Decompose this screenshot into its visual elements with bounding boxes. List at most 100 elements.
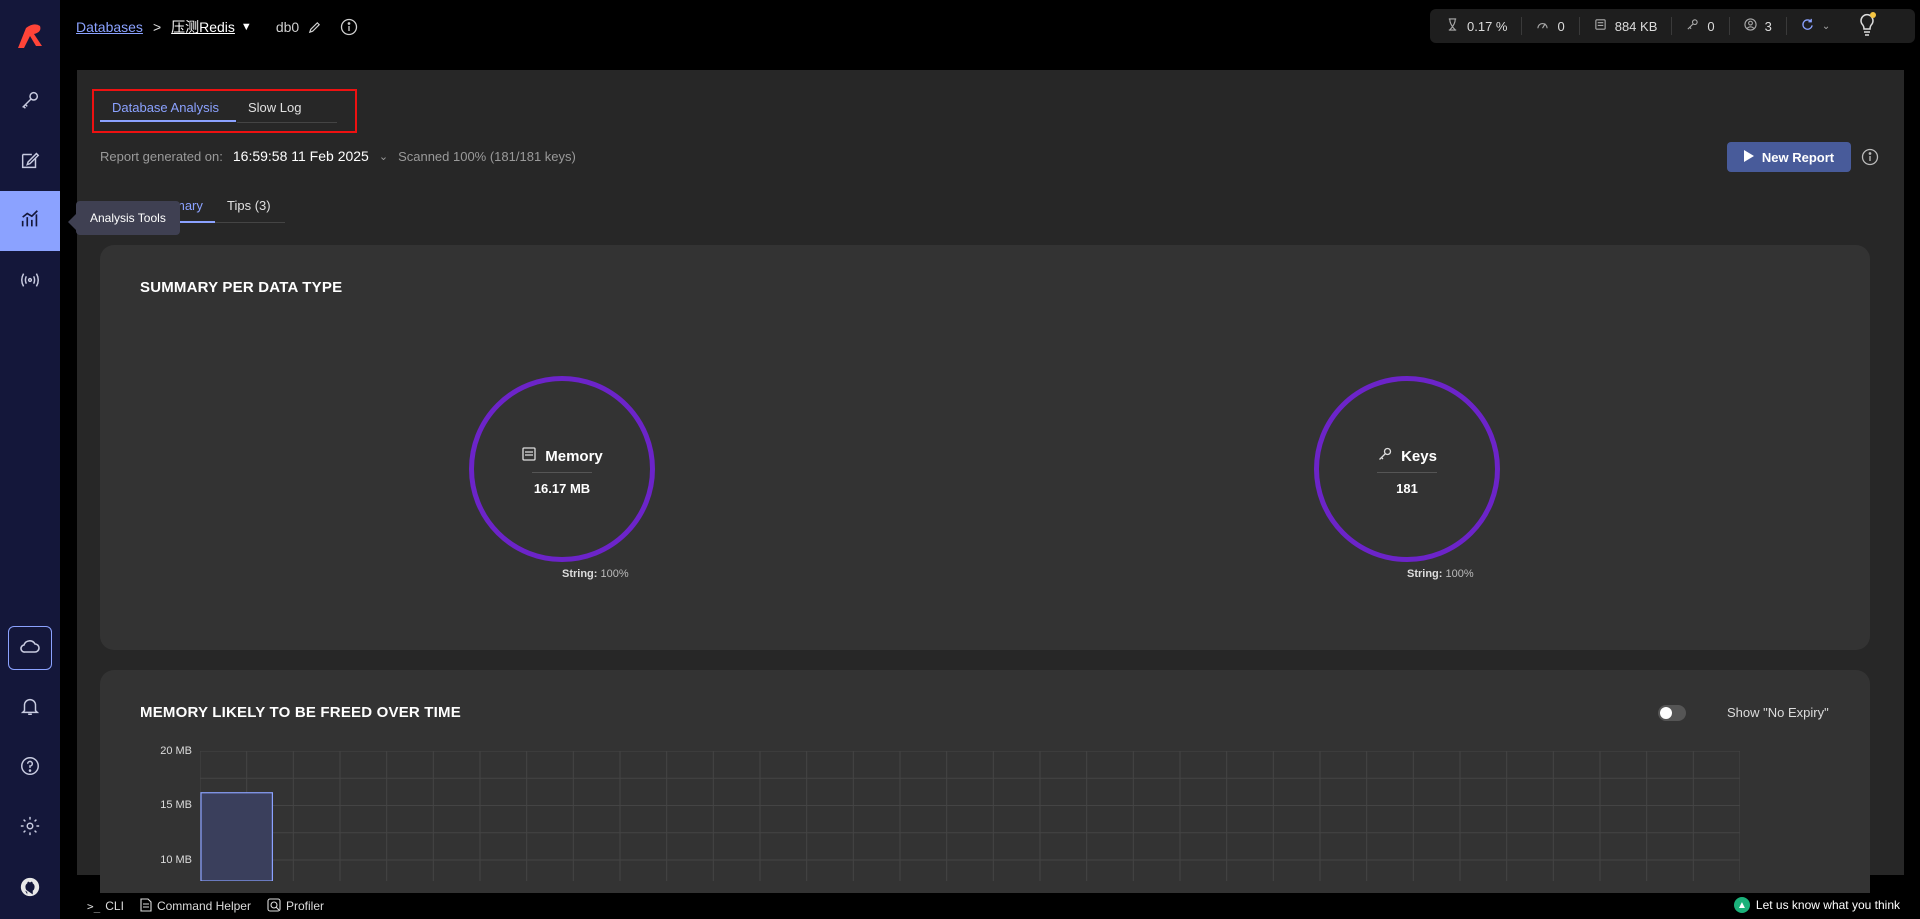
- edit-db-index-icon[interactable]: [307, 20, 322, 35]
- main-panel: Database Analysis Slow Log Report genera…: [77, 70, 1904, 910]
- cloud-button[interactable]: [8, 626, 52, 670]
- feedback-up-icon: ▲: [1733, 897, 1750, 913]
- memory-value: 16.17 MB: [533, 481, 591, 496]
- cli-button[interactable]: >_ CLI: [87, 899, 124, 913]
- command-helper-label: Command Helper: [156, 899, 251, 913]
- chevron-down-icon[interactable]: ⌄: [379, 150, 388, 163]
- clients-stat: 3: [1743, 17, 1787, 35]
- browser-nav-button[interactable]: [0, 72, 60, 132]
- summary-card: SUMMARY PER DATA TYPE Memory 16.17 MB St…: [100, 245, 1870, 650]
- tab-divider: [237, 122, 337, 123]
- y-tick-label: 20 MB: [160, 745, 192, 757]
- play-icon: [1743, 149, 1754, 165]
- key-icon: [1686, 18, 1699, 34]
- analysis-tools-tooltip: Analysis Tools: [68, 201, 180, 235]
- memory-note-pct: 100%: [600, 568, 629, 580]
- database-stats-bar: 0.17 % 0 884 KB 0 3 ⌄: [1430, 9, 1915, 43]
- tab-tips[interactable]: Tips (3): [227, 198, 271, 213]
- bell-icon: [19, 695, 41, 722]
- profiler-icon: [267, 897, 281, 915]
- breadcrumb-separator: >: [152, 19, 162, 35]
- keys-separator: [1377, 472, 1437, 473]
- y-tick-label: 15 MB: [160, 799, 192, 811]
- notifications-button[interactable]: [0, 678, 60, 738]
- tab-slow-log[interactable]: Slow Log: [248, 100, 301, 115]
- report-date-select[interactable]: 16:59:58 11 Feb 2025: [233, 148, 369, 164]
- cpu-stat: 0.17 %: [1446, 17, 1523, 35]
- chevron-down-icon[interactable]: ⌄: [1822, 21, 1830, 32]
- workbench-nav-button[interactable]: [0, 132, 60, 192]
- profiler-label: Profiler: [285, 899, 324, 913]
- cpu-icon: [1446, 18, 1459, 34]
- keys-label: Keys: [1401, 447, 1437, 465]
- active-tab-underline: [100, 120, 236, 122]
- redis-logo-icon[interactable]: [12, 18, 48, 54]
- memory-freed-card: MEMORY LIKELY TO BE FREED OVER TIME Show…: [100, 670, 1870, 910]
- feedback-link[interactable]: ▲ Let us know what you think: [1733, 897, 1900, 913]
- top-bar: Databases > 压测Redis ▼ db0 0.17 % 0 884 K…: [60, 0, 1920, 70]
- memory-heading: Memory: [469, 446, 655, 466]
- keys-note-type: String:: [1407, 568, 1443, 580]
- keys-stat: 0: [1686, 17, 1730, 35]
- insights-lightbulb-icon[interactable]: [1855, 10, 1879, 38]
- memory-stat: 884 KB: [1594, 17, 1673, 35]
- memory-freed-chart: [200, 751, 1740, 881]
- edit-icon: [19, 149, 41, 176]
- key-icon: [1377, 446, 1393, 466]
- summary-title: SUMMARY PER DATA TYPE: [140, 279, 343, 296]
- pubsub-nav-button[interactable]: [0, 252, 60, 312]
- database-name-link[interactable]: 压测Redis: [171, 17, 235, 37]
- new-report-info-icon[interactable]: [1861, 148, 1879, 171]
- db-index: db0: [275, 19, 300, 35]
- no-expiry-label: Show "No Expiry": [1727, 705, 1829, 720]
- github-button[interactable]: [0, 859, 60, 919]
- user-icon: [1743, 18, 1757, 34]
- analysis-tools-nav-button[interactable]: [0, 191, 60, 251]
- keys-value: 0: [1707, 18, 1715, 34]
- no-expiry-toggle[interactable]: [1658, 705, 1686, 721]
- keys-type-note: String: 100%: [1407, 568, 1474, 580]
- ops-stat: 0: [1536, 17, 1580, 35]
- help-button[interactable]: [0, 738, 60, 798]
- memory-label: Memory: [545, 447, 603, 465]
- db-info-icon[interactable]: [340, 18, 358, 36]
- new-report-button[interactable]: New Report: [1727, 142, 1851, 172]
- y-tick-label: 10 MB: [160, 854, 192, 866]
- profiler-button[interactable]: Profiler: [267, 897, 324, 915]
- memory-icon: [1594, 18, 1607, 34]
- subtab-divider: [215, 222, 285, 223]
- gear-icon: [19, 815, 41, 842]
- memory-note-type: String:: [562, 568, 598, 580]
- memory-type-note: String: 100%: [562, 568, 629, 580]
- auto-refresh-control[interactable]: ⌄: [1801, 17, 1844, 35]
- cloud-icon: [18, 634, 42, 663]
- refresh-icon[interactable]: [1801, 18, 1814, 34]
- memory-separator: [532, 472, 592, 473]
- settings-button[interactable]: [0, 798, 60, 858]
- scanned-keys-text: Scanned 100% (181/181 keys): [398, 148, 576, 164]
- command-helper-button[interactable]: Command Helper: [140, 897, 251, 915]
- ops-gauge-icon: [1536, 18, 1549, 34]
- report-info-row: Report generated on: 16:59:58 11 Feb 202…: [100, 148, 576, 164]
- keys-circle: [1314, 376, 1500, 562]
- database-dropdown-caret-icon[interactable]: ▼: [241, 21, 252, 33]
- new-report-label: New Report: [1761, 149, 1835, 165]
- memory-circle: [469, 376, 655, 562]
- ops-value: 0: [1557, 18, 1565, 34]
- keys-value: 181: [1396, 481, 1418, 496]
- key-icon: [19, 89, 41, 116]
- pubsub-icon: [19, 269, 41, 296]
- analysis-icon: [19, 208, 41, 235]
- tab-database-analysis[interactable]: Database Analysis: [112, 100, 219, 115]
- breadcrumb: Databases > 压测Redis ▼ db0: [76, 17, 358, 37]
- memory-bar: [200, 792, 274, 881]
- left-sidebar: [0, 0, 60, 919]
- clients-value: 3: [1764, 18, 1772, 34]
- bottom-bar: >_ CLI Command Helper Profiler ▲ Let us …: [77, 893, 1920, 919]
- memory-value: 884 KB: [1614, 18, 1658, 34]
- report-generated-label: Report generated on:: [100, 148, 223, 164]
- feedback-label: Let us know what you think: [1755, 898, 1900, 912]
- github-icon: [19, 876, 41, 903]
- app-window: Analysis Tools Databases > 压测Redis ▼ db0…: [0, 0, 1920, 919]
- databases-link[interactable]: Databases: [76, 19, 143, 35]
